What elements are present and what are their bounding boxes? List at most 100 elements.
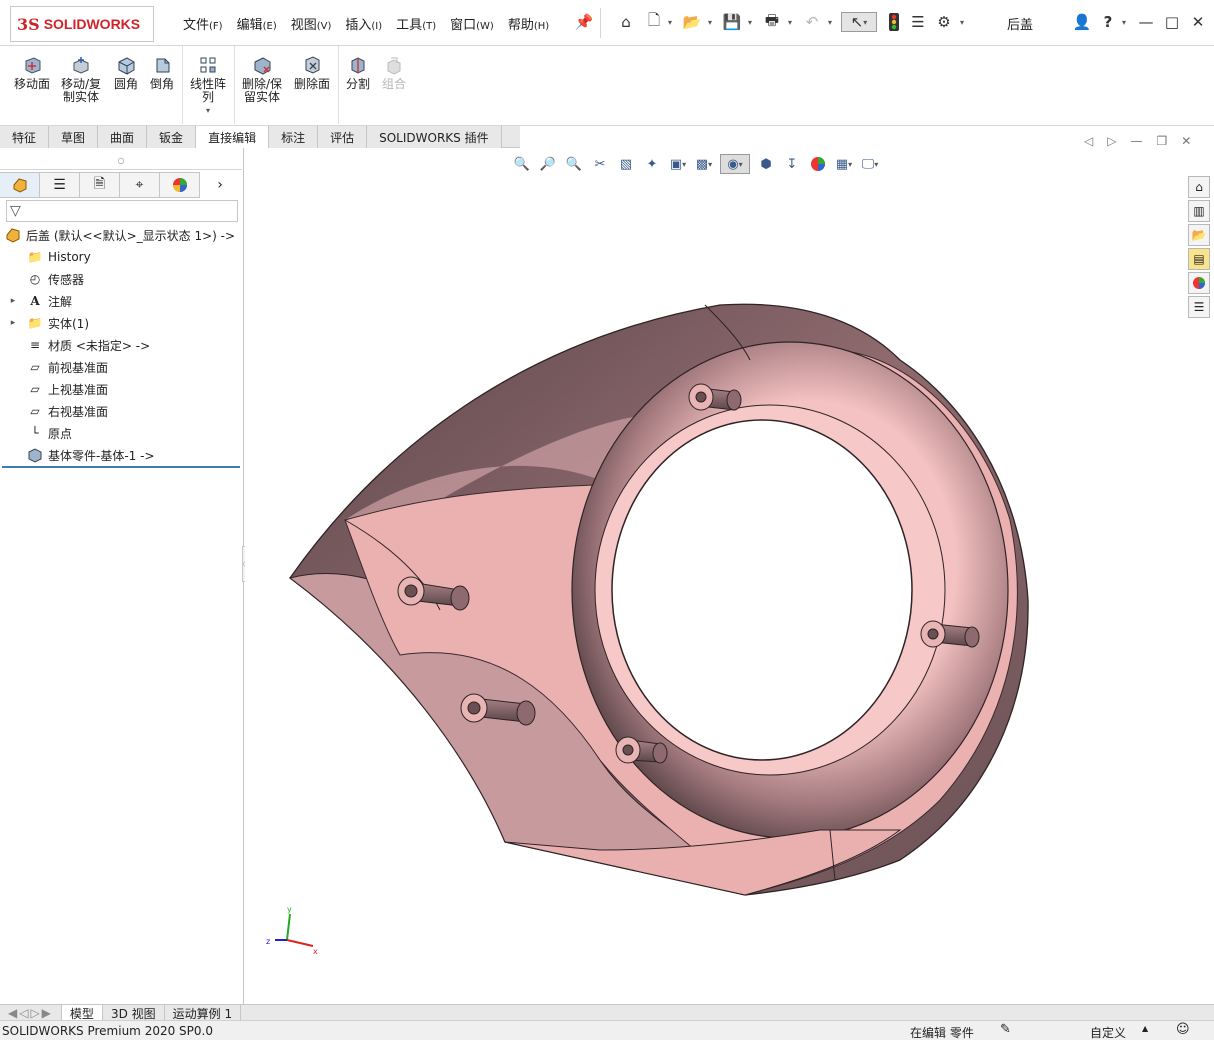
previous-view-icon[interactable]: 🔍 — [564, 154, 584, 174]
menu-file[interactable]: 文件(F) — [183, 14, 223, 33]
chevron-down-icon[interactable]: ▾ — [828, 18, 832, 27]
pin-icon[interactable]: 📌 — [574, 12, 594, 32]
chevron-up-icon[interactable]: ▲ — [1142, 1024, 1148, 1033]
tab-motion-study[interactable]: 运动算例 1 — [165, 1005, 242, 1021]
design-library-icon[interactable]: ▥ — [1188, 200, 1210, 222]
scene-icon[interactable]: ▦ ▾ — [834, 154, 854, 174]
tab-surfaces[interactable]: 曲面 — [98, 126, 148, 148]
feature-manager-tab-icon[interactable] — [0, 172, 40, 198]
tab-model[interactable]: 模型 — [61, 1005, 103, 1021]
help-icon[interactable]: ? — [1098, 12, 1118, 32]
chevron-down-icon[interactable]: ▾ — [788, 18, 792, 27]
tab-markup[interactable]: 标注 — [269, 126, 319, 148]
tab-sheet-metal[interactable]: 钣金 — [147, 126, 197, 148]
chevron-down-icon[interactable]: ▾ — [960, 18, 964, 27]
tree-filter-input[interactable]: ▽ — [6, 200, 238, 222]
restore-icon[interactable]: ❐ — [1156, 134, 1167, 148]
tree-item-right-plane[interactable]: ▱ 右视基准面 — [18, 400, 108, 422]
previous-view-icon[interactable]: ◁ — [1084, 134, 1093, 148]
new-document-icon[interactable]: 🗋 — [644, 11, 664, 32]
tab-sketch[interactable]: 草图 — [49, 126, 99, 148]
tab-scroll-arrows[interactable]: ◀◁▷▶ — [0, 1005, 62, 1021]
custom-units-selector[interactable]: 自定义 — [1090, 1024, 1126, 1040]
move-face-button[interactable]: 移动面 — [10, 54, 54, 91]
chevron-down-icon[interactable]: ▾ — [206, 104, 210, 117]
menu-help[interactable]: 帮助(H) — [508, 14, 549, 33]
view-settings-icon[interactable]: ▣ ▾ — [668, 154, 688, 174]
minimize-icon[interactable]: — — [1130, 134, 1142, 148]
rebuild-icon[interactable]: ✎ — [1000, 1022, 1011, 1037]
menu-insert[interactable]: 插入(I) — [345, 14, 382, 33]
home-icon[interactable]: ⌂ — [616, 12, 636, 32]
section-view-icon[interactable]: ✂ — [590, 154, 610, 174]
solidworks-logo[interactable]: 3S SOLIDWORKS — [10, 6, 154, 42]
tree-root-part[interactable]: 后盖 (默认<<默认>_显示状态 1>) -> — [0, 224, 235, 246]
tree-item-solid-bodies[interactable]: ▸ 📁 实体(1) — [0, 312, 89, 334]
menu-window[interactable]: 窗口(W) — [450, 14, 494, 33]
edit-appearance-icon[interactable]: ⬢ — [756, 154, 776, 174]
home-icon[interactable]: ⌂ — [1188, 176, 1210, 198]
chevron-right-icon[interactable]: ▸ — [8, 318, 18, 328]
tree-item-base-part[interactable]: 基体零件-基体-1 -> — [18, 444, 155, 466]
part-model[interactable] — [245, 148, 1214, 1004]
graphics-area[interactable]: y x z — [245, 148, 1214, 1004]
zoom-to-area-icon[interactable]: 🔎 — [538, 154, 558, 174]
dynamic-annotation-icon[interactable]: ▧ — [616, 154, 636, 174]
menu-view[interactable]: 视图(V) — [291, 14, 332, 33]
undo-icon[interactable]: ↶ — [802, 12, 822, 32]
tree-item-sensors[interactable]: ◴ 传感器 — [18, 268, 84, 290]
gear-icon[interactable]: ⚙ — [934, 12, 954, 32]
tree-item-top-plane[interactable]: ▱ 上视基准面 — [18, 378, 108, 400]
tab-direct-editing[interactable]: 直接编辑 — [196, 126, 270, 148]
dimxpert-tab-icon[interactable]: ⌖ — [120, 172, 160, 198]
chevron-down-icon[interactable]: ▾ — [748, 18, 752, 27]
chevron-down-icon[interactable]: ▾ — [1122, 18, 1126, 27]
chevron-right-icon[interactable]: › — [200, 172, 240, 198]
rollback-bar[interactable] — [2, 466, 240, 468]
tree-item-history[interactable]: 📁 History — [18, 246, 91, 268]
select-cursor-icon[interactable]: ↖ ▾ — [841, 12, 877, 32]
zoom-to-fit-icon[interactable]: 🔍 — [512, 154, 532, 174]
chevron-right-icon[interactable]: ▸ — [8, 296, 18, 306]
split-button[interactable]: 分割 — [342, 54, 374, 91]
file-properties-icon[interactable]: ☰ — [908, 12, 928, 32]
menu-edit[interactable]: 编辑(E) — [237, 14, 277, 33]
color-wheel-icon[interactable] — [808, 154, 828, 174]
monitor-icon[interactable]: 🖵 ▾ — [860, 154, 880, 174]
tree-item-annotations[interactable]: ▸ A 注解 — [0, 290, 72, 312]
delete-keep-body-button[interactable]: 删除/保留实体 — [238, 54, 286, 104]
user-icon[interactable]: 👤 — [1072, 12, 1092, 32]
tab-3d-views[interactable]: 3D 视图 — [103, 1005, 165, 1021]
print-icon[interactable]: 🖶 — [762, 11, 782, 32]
file-explorer-icon[interactable]: 📂 — [1188, 224, 1210, 246]
move-copy-body-button[interactable]: 移动/复制实体 — [58, 54, 104, 104]
chevron-down-icon[interactable]: ▾ — [668, 18, 672, 27]
panel-splitter-handle[interactable]: ○ — [0, 152, 242, 170]
hide-show-items-icon[interactable]: ◉ ▾ — [720, 154, 750, 174]
fillet-button[interactable]: 圆角 — [110, 54, 142, 91]
tab-evaluate[interactable]: 评估 — [318, 126, 368, 148]
apply-scene-icon[interactable]: ↧ — [782, 154, 802, 174]
custom-properties-icon[interactable]: ☰ — [1188, 296, 1210, 318]
tab-features[interactable]: 特征 — [0, 126, 50, 148]
linear-pattern-button[interactable]: 线性阵列 ▾ — [186, 54, 230, 117]
next-view-icon[interactable]: ▷ — [1107, 134, 1116, 148]
traffic-light-icon[interactable] — [884, 12, 904, 32]
tree-item-material[interactable]: ≡ 材质 <未指定> -> — [18, 334, 150, 356]
combine-button[interactable]: 组合 — [378, 54, 410, 91]
property-manager-tab-icon[interactable]: ☰ — [40, 172, 80, 198]
appearances-icon[interactable] — [1188, 272, 1210, 294]
save-icon[interactable]: 💾 — [722, 12, 742, 32]
tree-item-origin[interactable]: └ 原点 — [18, 422, 72, 444]
chevron-down-icon[interactable]: ▾ — [708, 18, 712, 27]
minimize-icon[interactable]: — — [1136, 12, 1156, 32]
view-palette-icon[interactable]: ▤ — [1188, 248, 1210, 270]
chamfer-button[interactable]: 倒角 — [146, 54, 178, 91]
open-folder-icon[interactable]: 📂 — [682, 12, 702, 32]
maximize-icon[interactable]: □ — [1162, 12, 1182, 32]
menu-tools[interactable]: 工具(T) — [396, 14, 436, 33]
view-orientation-icon[interactable]: ✦ — [642, 154, 662, 174]
feedback-icon[interactable]: ☺ — [1176, 1022, 1190, 1037]
close-icon[interactable]: ✕ — [1181, 134, 1191, 148]
tree-item-front-plane[interactable]: ▱ 前视基准面 — [18, 356, 108, 378]
